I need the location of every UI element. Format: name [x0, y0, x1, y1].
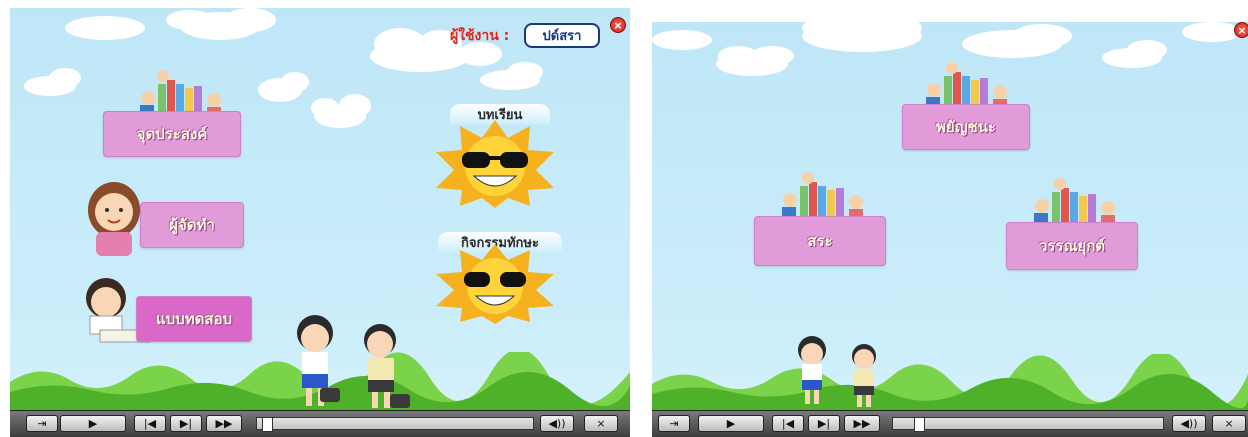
progress-knob[interactable]: [262, 417, 273, 432]
fast-forward-button[interactable]: ▶▶: [844, 415, 880, 432]
prev-button[interactable]: |◀: [134, 415, 166, 432]
progress-track[interactable]: [892, 417, 1164, 432]
author-button[interactable]: ผู้จัดทำ: [140, 202, 244, 248]
close-icon[interactable]: ×: [1234, 22, 1248, 38]
play-button[interactable]: ▶: [60, 415, 126, 432]
books-illustration: [1034, 178, 1115, 226]
player-close-button[interactable]: ×: [1212, 415, 1246, 432]
exit-button[interactable]: ⇥: [26, 415, 58, 432]
vowel-button[interactable]: สระ: [754, 216, 886, 266]
books-illustration: [782, 172, 863, 220]
prev-button[interactable]: |◀: [772, 415, 804, 432]
kids-walking-illustration: [297, 315, 410, 408]
volume-button[interactable]: ◀)): [540, 415, 574, 432]
tone-mark-button[interactable]: วรรณยุกต์: [1006, 222, 1138, 270]
cloud: [652, 30, 712, 50]
fast-forward-button[interactable]: ▶▶: [206, 415, 242, 432]
kids-walking-illustration: [798, 336, 876, 407]
logout-button[interactable]: ปด์สรา: [524, 23, 600, 48]
objective-button[interactable]: จุดประสงค์: [103, 111, 241, 157]
exit-button[interactable]: ⇥: [658, 415, 690, 432]
user-label: ผู้ใช้งาน :: [450, 28, 510, 44]
right-screen: × พยัญชนะ สระ วรรณยุกต์ ⇥ ▶ |◀ ▶| ▶▶ ◀))…: [652, 22, 1248, 437]
cloud: [65, 16, 145, 40]
sun-activity-button[interactable]: [430, 244, 560, 324]
player-control-bar: ⇥ ▶ |◀ ▶| ▶▶ ◀)) ×: [10, 410, 630, 437]
cloud: [1182, 22, 1242, 42]
player-control-bar: ⇥ ▶ |◀ ▶| ▶▶ ◀)) ×: [652, 410, 1248, 437]
progress-knob[interactable]: [914, 417, 925, 432]
progress-track[interactable]: [256, 417, 534, 432]
play-button[interactable]: ▶: [698, 415, 764, 432]
sun-lesson-button[interactable]: [430, 118, 560, 208]
grass-hills: [652, 354, 1248, 414]
player-close-button[interactable]: ×: [584, 415, 618, 432]
test-button[interactable]: แบบทดสอบ: [136, 296, 252, 342]
left-screen: ผู้ใช้งาน : ปด์สรา × จุดประสงค์ ผู้จัดทำ…: [10, 8, 630, 437]
next-button[interactable]: ▶|: [170, 415, 202, 432]
next-button[interactable]: ▶|: [808, 415, 840, 432]
close-icon[interactable]: ×: [610, 17, 626, 33]
volume-button[interactable]: ◀)): [1172, 415, 1206, 432]
consonant-button[interactable]: พยัญชนะ: [902, 104, 1030, 150]
